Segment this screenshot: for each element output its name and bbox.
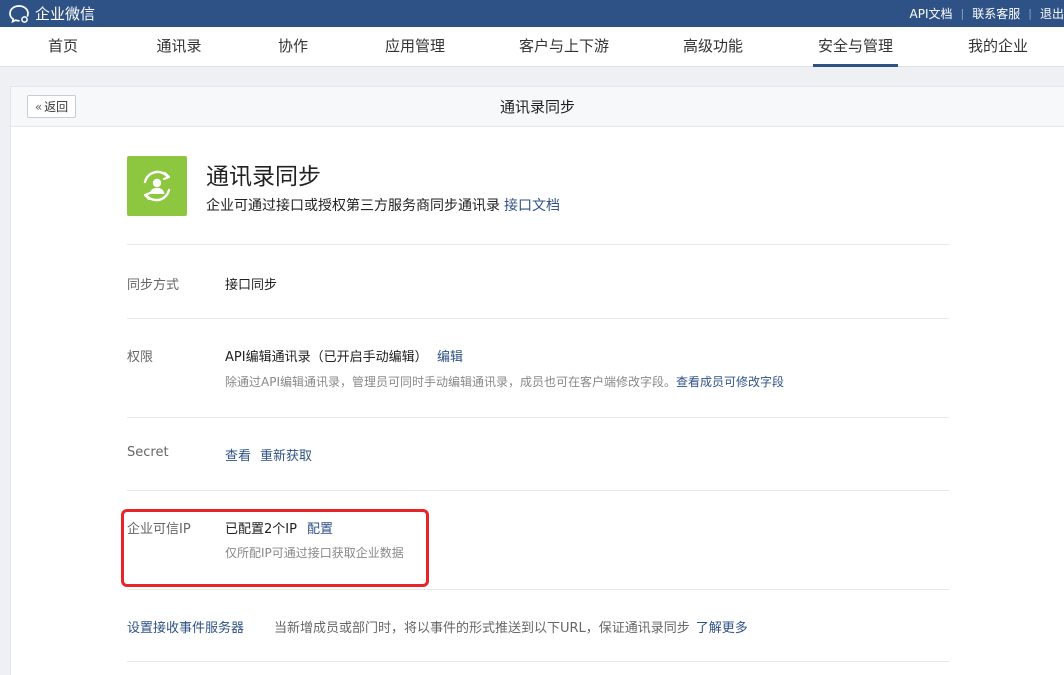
nav-advanced[interactable]: 高级功能 xyxy=(676,27,750,67)
contact-support-link[interactable]: 联系客服 xyxy=(972,5,1020,22)
editable-fields-link[interactable]: 查看成员可修改字段 xyxy=(676,375,784,389)
top-bar: 企业微信 API文档 | 联系客服 | 退出 xyxy=(0,0,1064,27)
sync-user-icon xyxy=(143,170,171,202)
api-doc-link[interactable]: 接口文档 xyxy=(504,198,560,214)
learn-more-link[interactable]: 了解更多 xyxy=(696,621,748,636)
permission-note-text: 除通过API编辑通讯录，管理员可同时手动编辑通讯录，成员也可在客户端修改字段。 xyxy=(225,375,676,389)
app-icon xyxy=(127,156,187,216)
nav-security[interactable]: 安全与管理 xyxy=(813,27,898,67)
sync-mode-value: 接口同步 xyxy=(225,278,278,293)
card-header: 通讯录同步 « 返回 xyxy=(11,87,1064,127)
back-button[interactable]: « 返回 xyxy=(27,95,76,118)
nav-customers[interactable]: 客户与上下游 xyxy=(512,27,616,67)
divider xyxy=(127,318,949,319)
api-docs-link[interactable]: API文档 xyxy=(910,5,953,22)
divider xyxy=(127,661,949,662)
double-chevron-left-icon: « xyxy=(34,99,43,114)
app-description-text: 企业可通过接口或授权第三方服务商同步通讯录 xyxy=(206,198,500,214)
logout-link[interactable]: 退出 xyxy=(1040,5,1064,22)
app-description: 企业可通过接口或授权第三方服务商同步通讯录 接口文档 xyxy=(206,195,560,215)
event-server-description: 当新增成员或部门时，将以事件的形式推送到以下URL，保证通讯录同步 了解更多 xyxy=(274,617,748,636)
wecom-logo-icon xyxy=(9,4,29,23)
sync-mode-label: 同步方式 xyxy=(127,278,180,293)
divider xyxy=(127,417,949,418)
permission-label: 权限 xyxy=(127,350,154,365)
permission-value: API编辑通讯录（已开启手动编辑） xyxy=(225,350,428,365)
content-card: 通讯录同步 « 返回 通讯录同步 企业可通过接口或授权第三方服务商同步通讯录 接口… xyxy=(10,86,1064,675)
permission-edit-link[interactable]: 编辑 xyxy=(437,346,463,365)
divider xyxy=(127,244,949,245)
app-name: 通讯录同步 xyxy=(206,164,321,190)
divider xyxy=(127,589,949,590)
nav-home[interactable]: 首页 xyxy=(32,27,94,67)
highlight-annotation-box xyxy=(121,509,429,587)
logo-text: 企业微信 xyxy=(35,5,96,23)
secret-view-link[interactable]: 查看 xyxy=(225,445,251,464)
secret-label: Secret xyxy=(127,445,169,460)
page-title: 通讯录同步 xyxy=(499,98,575,116)
separator: | xyxy=(1028,7,1032,20)
event-server-link[interactable]: 设置接收事件服务器 xyxy=(127,617,244,636)
nav-app-management[interactable]: 应用管理 xyxy=(378,27,452,67)
main-nav: 首页 通讯录 协作 应用管理 客户与上下游 高级功能 安全与管理 我的企业 xyxy=(0,27,1064,67)
top-links: API文档 | 联系客服 | 退出 xyxy=(910,0,1064,27)
secret-refresh-link[interactable]: 重新获取 xyxy=(260,445,312,464)
event-server-description-text: 当新增成员或部门时，将以事件的形式推送到以下URL，保证通讯录同步 xyxy=(274,621,690,636)
logo[interactable]: 企业微信 xyxy=(9,3,95,24)
nav-collaboration[interactable]: 协作 xyxy=(262,27,324,67)
divider xyxy=(127,490,949,491)
nav-my-enterprise[interactable]: 我的企业 xyxy=(960,27,1036,67)
back-button-label: 返回 xyxy=(44,100,69,114)
separator: | xyxy=(960,7,965,20)
permission-note: 除通过API编辑通讯录，管理员可同时手动编辑通讯录，成员也可在客户端修改字段。查… xyxy=(225,373,784,390)
nav-contacts[interactable]: 通讯录 xyxy=(148,27,210,67)
